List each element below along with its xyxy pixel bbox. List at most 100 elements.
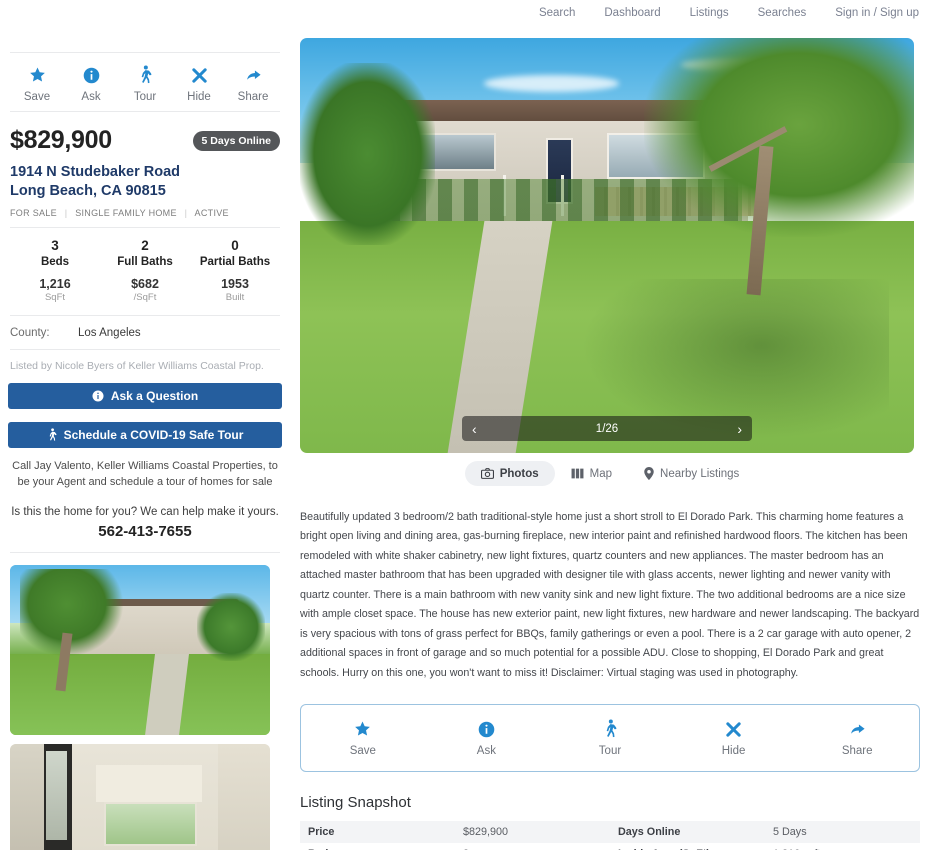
stat-full-baths-value: 2 [141,238,149,254]
photo-navigation: ‹ 1/26 › [462,416,752,441]
listing-status: FOR SALE [10,208,57,219]
listing-sidebar: Save Ask Tour Hide Share $829,900 5 Days… [0,26,290,850]
address-line-2[interactable]: Long Beach, CA 90815 [10,182,280,201]
county-label: County: [10,326,50,339]
agent-note: Call Jay Valento, Keller Williams Coasta… [12,459,278,488]
thumb-window [103,802,198,847]
hero-tree-canopy [643,38,914,238]
thumb-tree [20,568,125,658]
walking-person-icon [138,65,152,85]
save-action[interactable]: Save [10,65,64,103]
camera-icon [480,468,494,479]
stat-beds-value: 3 [51,238,59,254]
snapshot-value: 1,216 sqft [765,843,920,850]
sidebar-thumbnails [10,565,280,850]
stat-year-built-value: 1953 [221,276,249,291]
close-x-icon [191,65,208,85]
share-action-main[interactable]: Share [795,719,919,757]
share-arrow-icon [244,65,263,85]
ask-action[interactable]: Ask [64,65,118,103]
stat-beds-label: Beds [40,256,70,269]
hide-action-main[interactable]: Hide [672,719,796,757]
ask-action-main[interactable]: Ask [425,719,549,757]
stat-partial-baths-label: Partial Baths [199,256,271,269]
tour-action[interactable]: Tour [118,65,172,103]
walking-person-icon [603,719,617,739]
save-label-main: Save [349,745,376,758]
hide-action[interactable]: Hide [172,65,226,103]
tab-nearby-listings[interactable]: Nearby Listings [628,461,755,486]
listing-address: 1914 N Studebaker Road Long Beach, CA 90… [10,163,280,201]
info-circle-icon [92,390,104,402]
meta-separator-2: | [184,208,188,219]
snapshot-value: 3 [455,843,610,850]
thumbnail-interior[interactable] [10,744,270,850]
days-online-badge: 5 Days Online [192,130,280,151]
share-action[interactable]: Share [226,65,280,103]
snapshot-key: Inside Area (SqFt) [610,843,765,850]
thumb-bush [197,592,265,661]
hero-photo[interactable]: ‹ 1/26 › [300,38,914,453]
info-circle-icon [478,719,495,739]
schedule-tour-label: Schedule a COVID-19 Safe Tour [63,427,244,442]
listing-main-column: ‹ 1/26 › Photos Map Nearby Listings Beau… [300,38,920,850]
main-action-bar: Save Ask Tour Hide Share [300,704,920,773]
thumb-soffit [95,764,203,803]
nav-listings[interactable]: Listings [690,7,729,19]
schedule-tour-button[interactable]: Schedule a COVID-19 Safe Tour [8,421,282,448]
tour-action-main[interactable]: Tour [548,719,672,757]
help-note: Is this the home for you? We can help ma… [11,506,279,519]
tab-map[interactable]: Map [555,461,628,486]
stat-year-built-label: Built [225,292,245,304]
map-pin-icon [644,467,654,480]
save-label: Save [23,91,51,103]
tab-photos[interactable]: Photos [464,461,555,486]
ask-label: Ask [81,91,101,103]
nav-searches[interactable]: Searches [758,7,807,19]
star-icon [28,65,47,85]
tab-photos-label: Photos [499,467,539,480]
star-icon [353,719,372,739]
stat-beds: 3 Beds 1,216 SqFt [10,237,100,304]
share-arrow-icon [848,719,867,739]
hero-left-bush [300,62,436,246]
agent-phone[interactable]: 562-413-7655 [10,523,280,554]
stat-partial-baths-value: 0 [231,238,239,254]
photo-counter: 1/26 [595,422,619,435]
view-tabs: Photos Map Nearby Listings [300,461,920,486]
save-action-main[interactable]: Save [301,719,425,757]
table-row: Price $829,900 Days Online 5 Days [300,821,920,844]
tab-nearby-listings-label: Nearby Listings [660,467,740,480]
chevron-right-icon[interactable]: › [737,422,742,436]
listing-snapshot-table: Price $829,900 Days Online 5 Days Bedroo… [300,821,920,850]
snapshot-key: Bedrooms [300,843,455,850]
chevron-left-icon[interactable]: ‹ [472,422,477,436]
listing-description: Beautifully updated 3 bedroom/2 bath tra… [300,511,920,679]
thumb-door-glass [46,751,68,840]
share-label-main: Share [841,745,873,758]
property-stats: 3 Beds 1,216 SqFt 2 Full Baths $682 /SqF… [10,237,280,316]
close-x-icon [725,719,742,739]
address-line-1[interactable]: 1914 N Studebaker Road [10,163,280,182]
nav-dashboard[interactable]: Dashboard [604,7,660,19]
stat-partial-baths: 0 Partial Baths 1953 Built [190,237,280,304]
snapshot-key: Price [308,826,335,839]
thumb-wall-right [218,744,270,850]
listing-snapshot-title: Listing Snapshot [300,794,411,812]
tour-label: Tour [133,91,157,103]
listing-property-type: SINGLE FAMILY HOME [75,208,177,219]
walking-person-icon [47,427,57,442]
map-icon [571,468,584,479]
stat-price-per-sqft-value: $682 [131,276,159,291]
hide-label: Hide [187,91,211,103]
listing-meta-line: FOR SALE | SINGLE FAMILY HOME | ACTIVE [10,208,280,229]
ask-a-question-button[interactable]: Ask a Question [8,382,282,409]
snapshot-value: 5 Days [773,826,807,839]
meta-separator-1: | [64,208,68,219]
listing-price: $829,900 [10,126,112,154]
share-label: Share [237,91,269,103]
thumbnail-exterior[interactable] [10,565,270,736]
nav-search[interactable]: Search [539,7,575,19]
nav-signin-signup[interactable]: Sign in / Sign up [835,7,919,19]
info-circle-icon [83,65,100,85]
